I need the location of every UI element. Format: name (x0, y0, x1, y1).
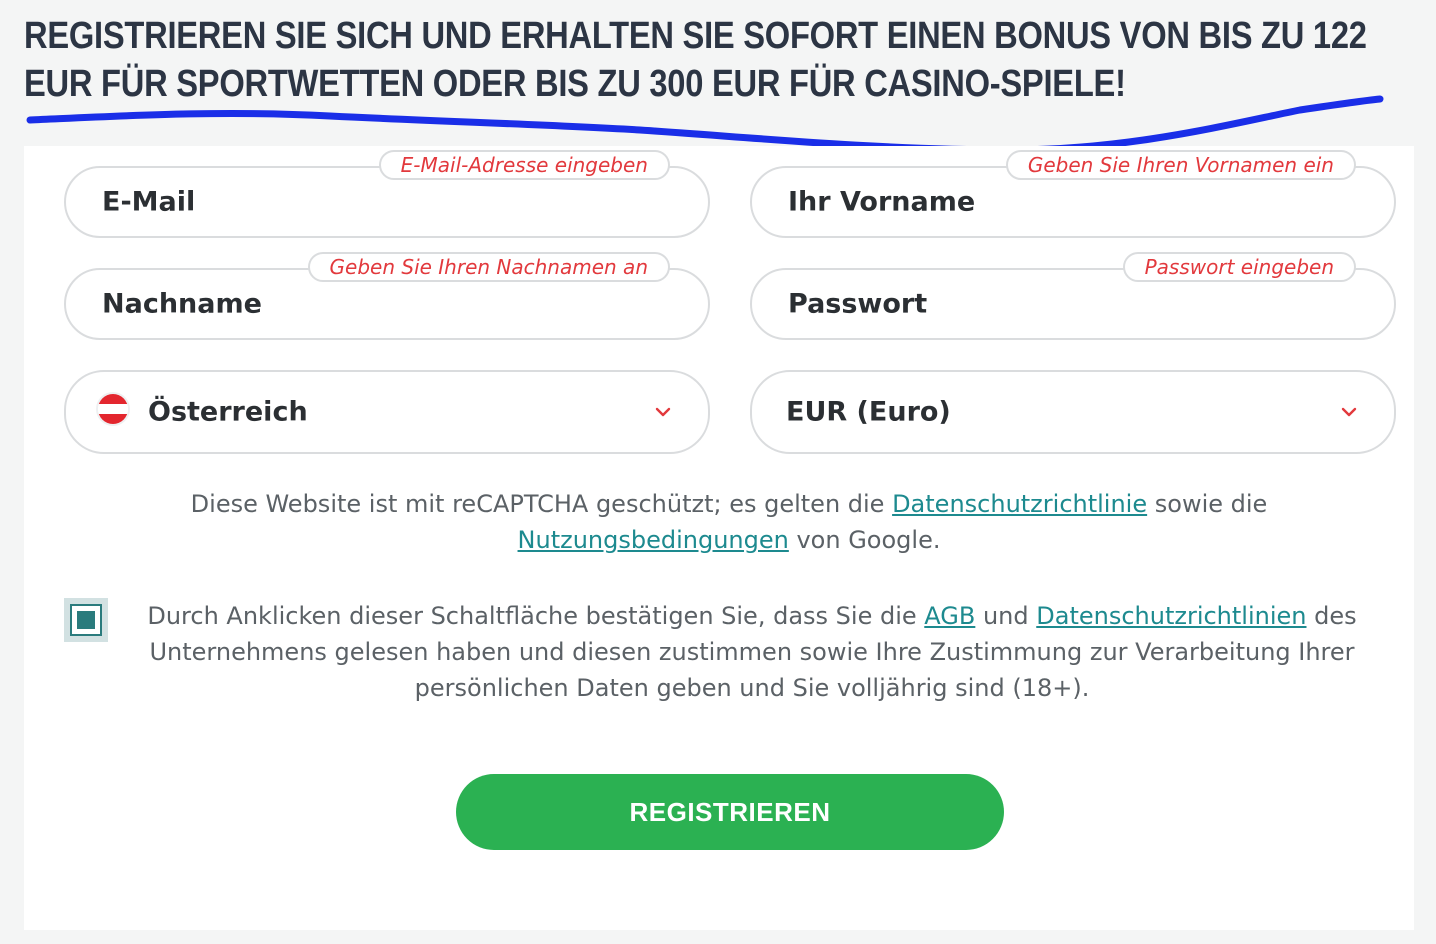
currency-select-value: EUR (Euro) (786, 396, 951, 428)
currency-select[interactable]: EUR (Euro) (750, 370, 1396, 454)
recaptcha-notice: Diese Website ist mit reCAPTCHA geschütz… (184, 486, 1274, 558)
password-field[interactable]: Passwort Passwort eingeben (750, 252, 1396, 340)
email-field[interactable]: E-Mail E-Mail-Adresse eingeben (64, 150, 710, 238)
last-name-field-value: Nachname (102, 288, 262, 320)
consent-text: Durch Anklicken dieser Schaltfläche best… (144, 598, 1360, 706)
checkbox-checked-mark (77, 611, 95, 629)
registration-form: E-Mail E-Mail-Adresse eingeben Ihr Vorna… (24, 146, 1414, 930)
last-name-field[interactable]: Nachname Geben Sie Ihren Nachnamen an (64, 252, 710, 340)
first-name-field-hint: Geben Sie Ihren Vornamen ein (1005, 150, 1356, 180)
headline-line-1: REGISTRIEREN SIE SICH UND ERHALTEN SIE S… (24, 15, 1367, 57)
last-name-field-hint: Geben Sie Ihren Nachnamen an (307, 252, 670, 282)
austria-flag-icon (98, 394, 128, 424)
register-button[interactable]: REGISTRIEREN (456, 774, 1004, 850)
recaptcha-text-middle: sowie die (1147, 490, 1268, 518)
recaptcha-text-before: Diese Website ist mit reCAPTCHA geschütz… (190, 490, 893, 518)
country-select-value: Österreich (148, 396, 308, 428)
consent-text-and: und (975, 602, 1037, 630)
email-field-hint: E-Mail-Adresse eingeben (378, 150, 670, 180)
page-headline: REGISTRIEREN SIE SICH UND ERHALTEN SIE S… (24, 12, 1367, 108)
password-field-hint: Passwort eingeben (1122, 252, 1356, 282)
country-select[interactable]: Österreich (64, 370, 710, 454)
first-name-field[interactable]: Ihr Vorname Geben Sie Ihren Vornamen ein (750, 150, 1396, 238)
password-field-value: Passwort (788, 288, 928, 320)
agb-link[interactable]: AGB (924, 602, 975, 630)
headline-line-2: EUR FÜR SPORTWETTEN ODER BIS ZU 300 EUR … (24, 63, 1126, 105)
consent-checkbox[interactable] (64, 598, 108, 642)
first-name-field-value: Ihr Vorname (788, 186, 976, 218)
chevron-down-icon[interactable] (652, 401, 674, 423)
recaptcha-text-after: von Google. (788, 526, 941, 554)
consent-text-before: Durch Anklicken dieser Schaltfläche best… (147, 602, 925, 630)
privacy-policies-link[interactable]: Datenschutzrichtlinien (1036, 602, 1306, 630)
checkbox-box (70, 604, 102, 636)
email-field-value: E-Mail (102, 186, 196, 218)
terms-of-service-link[interactable]: Nutzungsbedingungen (518, 526, 789, 554)
privacy-policy-link[interactable]: Datenschutzrichtlinie (892, 490, 1147, 518)
chevron-down-icon[interactable] (1338, 401, 1360, 423)
